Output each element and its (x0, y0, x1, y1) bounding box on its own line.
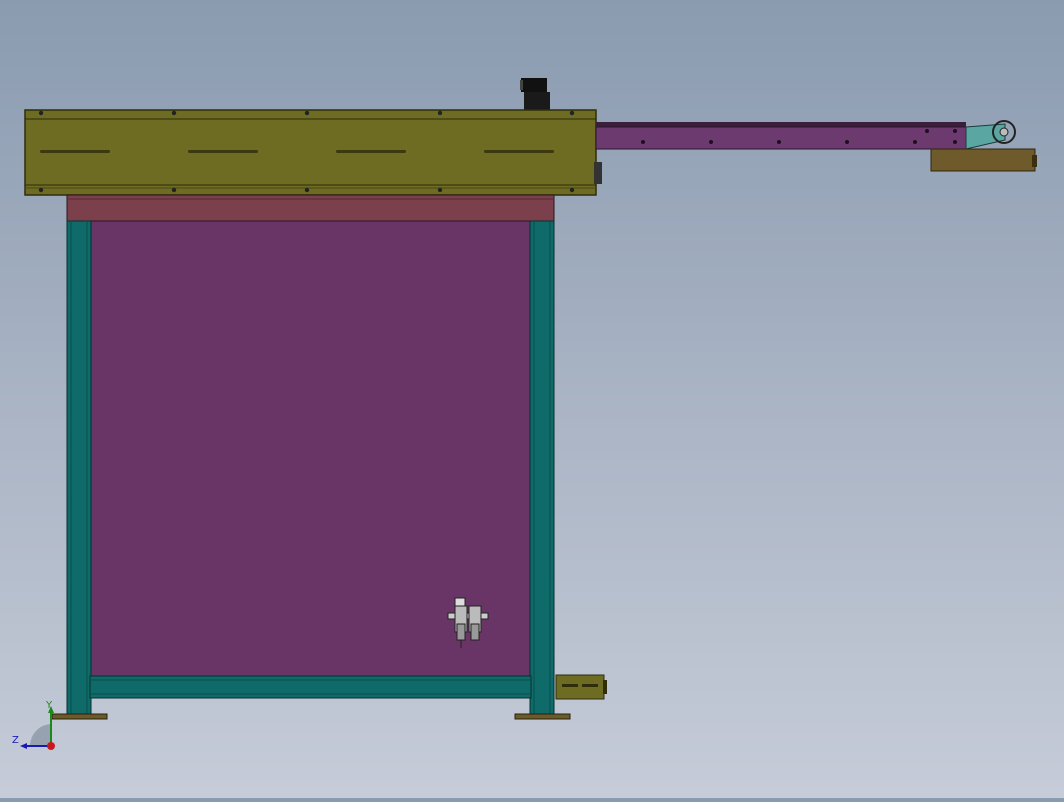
axis-y-label: Y (46, 700, 53, 711)
foot-right[interactable] (514, 713, 571, 720)
axis-z-label: Z (12, 735, 19, 746)
top-housing[interactable] (24, 109, 602, 196)
axis-triad-icon[interactable] (8, 700, 68, 756)
conveyor-arm[interactable] (595, 120, 1037, 172)
graphics-viewport[interactable]: Y Z (0, 0, 1064, 798)
frame-bottom-bar[interactable] (89, 675, 532, 699)
cad-model[interactable] (0, 0, 1064, 798)
side-bracket[interactable] (555, 674, 607, 700)
motor-icon[interactable] (520, 78, 550, 110)
frame-left-post[interactable] (66, 220, 92, 717)
frame-right-post[interactable] (529, 220, 555, 717)
